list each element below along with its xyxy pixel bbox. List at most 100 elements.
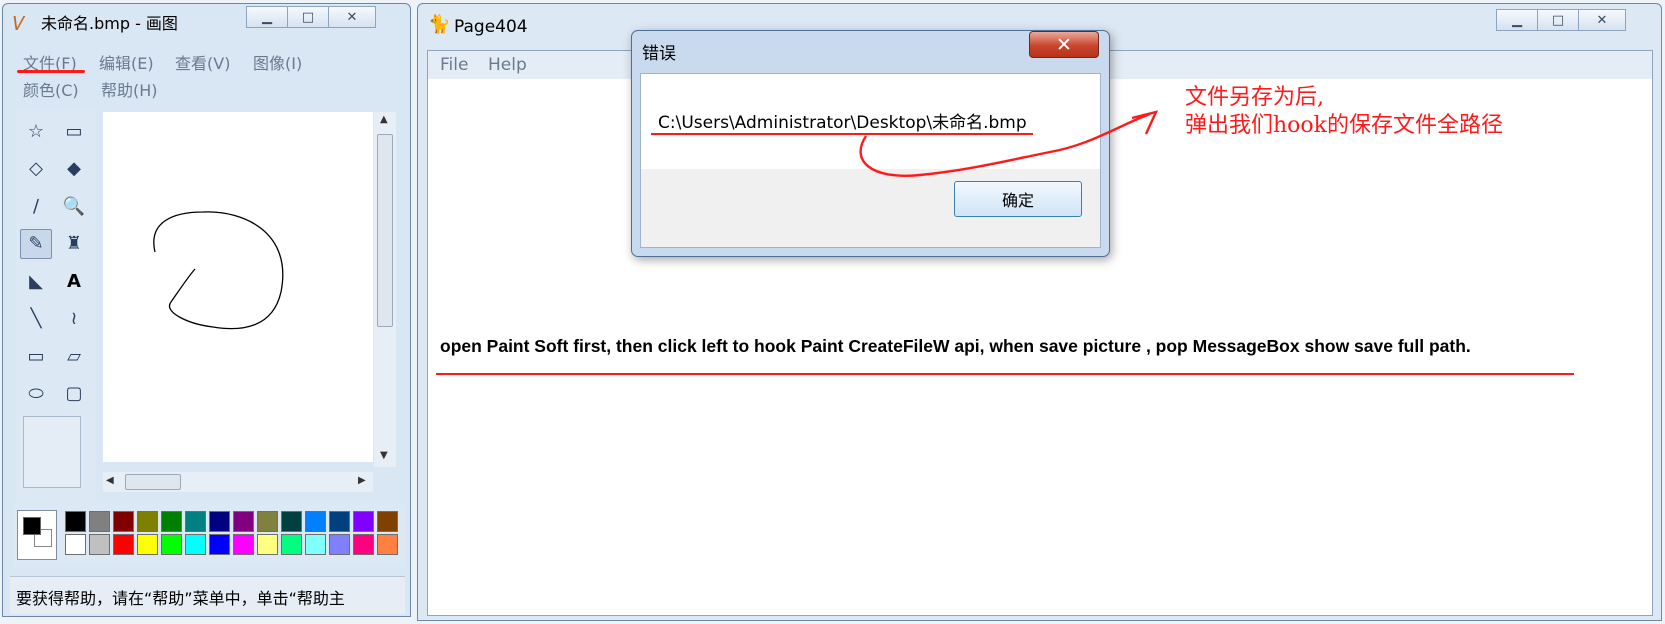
palette-swatch[interactable] — [137, 534, 158, 555]
menu-colors[interactable]: 颜色(C) — [23, 77, 79, 101]
free-form-select-tool[interactable]: ☆ — [20, 116, 52, 146]
palette-swatch[interactable] — [65, 534, 86, 555]
ellipse-icon: ⬭ — [28, 383, 44, 404]
text-icon: A — [67, 270, 81, 292]
palette-swatch[interactable] — [89, 534, 110, 555]
palette-swatch[interactable] — [185, 511, 206, 532]
line-tool[interactable]: ╲ — [20, 304, 52, 334]
annotation-line-1: 文件另存为后, — [1185, 85, 1324, 110]
paint-window-title: 未命名.bmp - 画图 — [41, 14, 178, 33]
magnifier-tool[interactable]: 🔍 — [58, 191, 90, 221]
polygon-tool[interactable]: ▱ — [58, 341, 90, 371]
palette-swatch[interactable] — [113, 511, 134, 532]
brush-tool[interactable]: ♜ — [58, 229, 90, 259]
scroll-right-icon[interactable]: ▶ — [358, 475, 366, 486]
text-tool[interactable]: A — [58, 266, 90, 296]
rounded-rect-icon: ▢ — [65, 383, 83, 404]
palette-swatch[interactable] — [329, 511, 350, 532]
minimize-icon: ▁ — [262, 9, 272, 25]
palette-swatch[interactable] — [257, 511, 278, 532]
palette-swatch[interactable] — [137, 511, 158, 532]
palette-swatch[interactable] — [281, 511, 302, 532]
rect-select-icon: ▭ — [65, 120, 83, 142]
line-icon: ╲ — [30, 308, 42, 329]
page404-minimize-button[interactable]: ▁ — [1496, 9, 1538, 31]
palette-swatch[interactable] — [89, 511, 110, 532]
palette-swatch[interactable] — [305, 511, 326, 532]
rounded-rect-tool[interactable]: ▢ — [58, 379, 90, 409]
menu-image[interactable]: 图像(I) — [253, 50, 302, 74]
annotation-arrow-line — [859, 112, 1151, 177]
palette-swatch[interactable] — [233, 511, 254, 532]
free-form-select-icon: ☆ — [27, 120, 45, 142]
page404-window-title: Page404 — [454, 17, 528, 37]
palette-swatch[interactable] — [281, 534, 302, 555]
dialog-title: 错误 — [642, 44, 676, 64]
horizontal-scroll-thumb[interactable] — [125, 474, 181, 490]
scroll-left-icon[interactable]: ◀ — [106, 475, 114, 486]
annotation-arrowhead — [1131, 110, 1159, 135]
palette-swatch[interactable] — [209, 534, 230, 555]
vertical-scrollbar[interactable]: ▲ ▼ — [374, 112, 396, 467]
ellipse-tool[interactable]: ⬭ — [20, 379, 52, 409]
palette-swatch[interactable] — [209, 511, 230, 532]
dialog-close-button[interactable]: ✕ — [1029, 31, 1099, 58]
instruction-underline — [436, 373, 1574, 375]
instruction-text: open Paint Soft first, then click left t… — [440, 336, 1471, 356]
file-menu-highlight-underline — [17, 70, 85, 73]
palette-swatch[interactable] — [353, 511, 374, 532]
eraser-icon: ◇ — [29, 158, 43, 179]
palette-swatch[interactable] — [161, 534, 182, 555]
close-icon: ✕ — [1056, 33, 1072, 56]
page404-app-icon: 🐈 — [428, 14, 451, 35]
magnifier-icon: 🔍 — [62, 195, 86, 217]
close-icon: ✕ — [1596, 12, 1608, 28]
menu-file[interactable]: File — [440, 55, 468, 75]
maximize-icon: □ — [1551, 12, 1565, 28]
palette-swatch[interactable] — [65, 511, 86, 532]
maximize-button[interactable]: □ — [287, 6, 329, 28]
foreground-color-swatch[interactable] — [23, 517, 41, 535]
menu-help[interactable]: Help — [488, 55, 527, 75]
canvas-drawing — [153, 211, 284, 330]
palette-swatch[interactable] — [113, 534, 134, 555]
annotation-line-2: 弹出我们hook的保存文件全路径 — [1185, 113, 1503, 138]
paint-window: 𝑉 未命名.bmp - 画图 ▁ □ ✕ 文件(F) 编辑(E) 查看(V) 图… — [2, 3, 411, 617]
curve-tool[interactable]: ≀ — [58, 304, 90, 334]
pencil-tool[interactable]: ✎ — [20, 228, 52, 259]
fill-icon: ◆ — [67, 158, 81, 179]
palette-swatch[interactable] — [377, 534, 398, 555]
menu-view[interactable]: 查看(V) — [175, 50, 230, 74]
rectangle-tool[interactable]: ▭ — [20, 341, 52, 371]
palette-swatch[interactable] — [305, 534, 326, 555]
menu-help[interactable]: 帮助(H) — [101, 77, 158, 101]
pencil-icon: ✎ — [28, 233, 44, 254]
palette-swatch[interactable] — [353, 534, 374, 555]
horizontal-scrollbar[interactable]: ◀ ▶ — [103, 472, 373, 492]
fill-tool[interactable]: ◆ — [58, 154, 90, 184]
scroll-up-icon[interactable]: ▲ — [380, 114, 388, 125]
eraser-tool[interactable]: ◇ — [20, 154, 52, 184]
curve-icon: ≀ — [70, 308, 78, 329]
palette-swatch[interactable] — [161, 511, 182, 532]
rect-select-tool[interactable]: ▭ — [58, 116, 90, 146]
scroll-down-icon[interactable]: ▼ — [380, 450, 388, 461]
vertical-scroll-thumb[interactable] — [377, 134, 393, 327]
airbrush-tool[interactable]: ◣ — [20, 266, 52, 296]
minimize-icon: ▁ — [1512, 12, 1522, 28]
palette-swatch[interactable] — [233, 534, 254, 555]
menu-edit[interactable]: 编辑(E) — [99, 50, 154, 74]
page404-close-button[interactable]: ✕ — [1578, 9, 1626, 31]
palette-swatch[interactable] — [257, 534, 278, 555]
color-picker-tool[interactable]: ∕ — [20, 191, 52, 221]
close-button[interactable]: ✕ — [328, 6, 376, 28]
minimize-button[interactable]: ▁ — [246, 6, 288, 28]
paint-title-bar[interactable]: 𝑉 未命名.bmp - 画图 ▁ □ ✕ — [3, 4, 410, 44]
paint-menu-bar: 文件(F) 编辑(E) 查看(V) 图像(I) 颜色(C) 帮助(H) — [11, 46, 404, 104]
palette-swatch[interactable] — [377, 511, 398, 532]
page404-maximize-button[interactable]: □ — [1537, 9, 1579, 31]
status-bar: 要获得帮助，请在“帮助”菜单中，单击“帮助主 — [10, 576, 405, 614]
palette-swatch[interactable] — [329, 534, 350, 555]
palette-swatch[interactable] — [185, 534, 206, 555]
drawing-canvas[interactable] — [103, 112, 373, 462]
